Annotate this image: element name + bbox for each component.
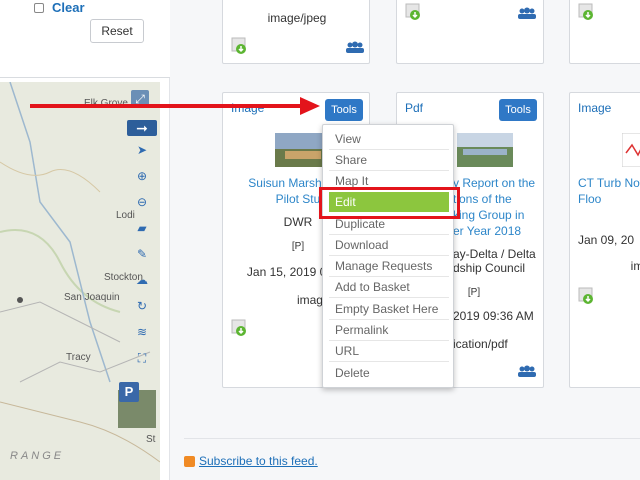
download-icon[interactable]	[405, 3, 423, 21]
menu-item-share[interactable]: Share	[329, 150, 449, 170]
group-icon[interactable]	[517, 7, 537, 19]
clear-row: Clear	[34, 0, 85, 15]
card-top-1-format: image/jpeg	[267, 11, 327, 25]
map-label-san-joaquin: San Joaquin	[64, 292, 120, 303]
feed-row: Subscribe to this feed.	[184, 454, 318, 468]
menu-item-download[interactable]: Download	[329, 235, 449, 255]
menu-divider	[329, 361, 449, 362]
map-toolbar: ➞ ➤ ⊕ ⊖ ▰ ✎ ☁ ↻ ≋ ⛶	[126, 120, 158, 372]
card-title[interactable]: CT Turb Nov Floo	[578, 175, 640, 207]
results-divider	[184, 438, 640, 439]
menu-item-view[interactable]: View	[329, 129, 449, 149]
result-card-3: Image CT Turb Nov Floo Jan 09, 20 ima	[569, 92, 640, 388]
menu-item-url[interactable]: URL	[329, 341, 449, 361]
tools-button[interactable]: Tools	[325, 99, 363, 121]
refresh-icon[interactable]: ↻	[130, 294, 154, 318]
parking-badge[interactable]: P	[119, 382, 139, 402]
rss-icon	[184, 455, 195, 467]
subscribe-feed-link[interactable]: Subscribe to this feed.	[199, 454, 318, 468]
download-icon[interactable]	[231, 37, 249, 55]
menu-item-add-to-basket[interactable]: Add to Basket	[329, 277, 449, 297]
group-icon[interactable]	[517, 365, 537, 377]
download-icon[interactable]	[578, 3, 596, 21]
fullscreen-icon[interactable]: ⛶	[130, 346, 154, 370]
card-agency: ay-Delta / Delta dship Council	[453, 247, 536, 275]
card-top-2	[396, 0, 544, 64]
card-title[interactable]: y Report on the tions of the king Group …	[453, 175, 543, 239]
map-label-st: St	[146, 434, 156, 445]
download-icon[interactable]	[231, 319, 249, 337]
menu-divider	[329, 297, 449, 298]
tools-button[interactable]: Tools	[499, 99, 537, 121]
card-type: Image	[578, 101, 612, 115]
pointer-icon[interactable]: ➤	[130, 138, 154, 162]
map-label-range: RANGE	[10, 450, 65, 462]
card-top-1: image/jpeg	[222, 0, 370, 64]
card-type: Pdf	[405, 101, 424, 115]
card-format: ima	[630, 259, 640, 273]
thumbnail-image[interactable]	[457, 133, 513, 167]
download-icon[interactable]	[578, 287, 596, 305]
map-label-tracy: Tracy	[66, 352, 91, 363]
reset-button[interactable]: Reset	[90, 19, 144, 43]
menu-item-manage-requests[interactable]: Manage Requests	[329, 256, 449, 276]
card-access: [P]	[467, 287, 481, 298]
zoom-out-icon[interactable]: ⊖	[130, 190, 154, 214]
card-top-3	[569, 0, 640, 64]
upload-icon[interactable]: ☁	[130, 268, 154, 292]
annotation-arrow-line	[30, 104, 312, 108]
annotation-arrow-head	[300, 97, 320, 115]
group-icon[interactable]	[345, 41, 365, 53]
clear-link[interactable]: Clear	[52, 0, 85, 15]
tools-menu: View Share Map It Edit Duplicate Downloa…	[322, 124, 454, 388]
edit-highlight-box	[319, 187, 460, 219]
ruler-icon[interactable]: ▰	[130, 216, 154, 240]
menu-item-empty-basket-here[interactable]: Empty Basket Here	[329, 299, 449, 319]
thumbnail-image[interactable]	[622, 133, 640, 167]
clear-checkbox[interactable]	[34, 2, 44, 13]
menu-item-delete[interactable]: Delete	[329, 363, 449, 383]
filter-panel: Clear Reset	[0, 0, 170, 78]
menu-item-permalink[interactable]: Permalink	[329, 320, 449, 340]
zoom-in-icon[interactable]: ⊕	[130, 164, 154, 188]
arrow-right-icon[interactable]: ➞	[127, 120, 157, 136]
card-format: ication/pdf	[453, 337, 508, 351]
card-date: 2019 09:36 AM	[453, 309, 534, 323]
card-date: Jan 09, 20	[578, 233, 635, 247]
pencil-icon[interactable]: ✎	[130, 242, 154, 266]
layers-icon[interactable]: ≋	[130, 320, 154, 344]
card-title[interactable]: Suisun Marsh S Pilot Study	[223, 175, 333, 207]
